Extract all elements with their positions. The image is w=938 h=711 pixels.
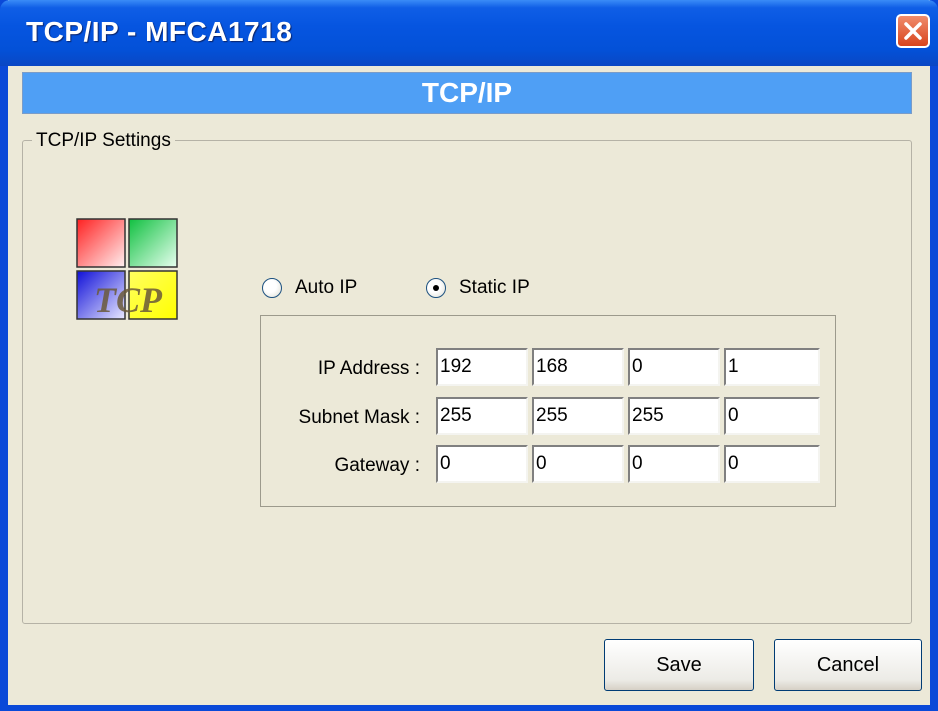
cancel-button[interactable]: Cancel xyxy=(774,639,922,691)
gateway-octet-4[interactable] xyxy=(724,445,820,483)
ip-address-label: IP Address : xyxy=(317,358,420,379)
mask-octet-2[interactable] xyxy=(532,397,624,435)
ip-octet-4[interactable] xyxy=(724,348,820,386)
mask-octet-3[interactable] xyxy=(628,397,720,435)
mask-octet-1[interactable] xyxy=(436,397,528,435)
auto-ip-radio[interactable]: Auto IP xyxy=(262,277,357,299)
subnet-mask-label: Subnet Mask : xyxy=(298,407,420,428)
close-icon xyxy=(904,22,922,40)
static-ip-radio-circle[interactable] xyxy=(426,278,446,298)
ip-octet-2[interactable] xyxy=(532,348,624,386)
banner-title: TCP/IP xyxy=(421,77,513,108)
gateway-octet-1[interactable] xyxy=(436,445,528,483)
auto-ip-label: Auto IP xyxy=(295,277,358,298)
section-banner: TCP/IP xyxy=(22,72,912,114)
title-bar[interactable]: TCP/IP - MFCA1718 xyxy=(0,0,938,66)
auto-ip-radio-circle[interactable] xyxy=(262,278,282,298)
logo-text: TCP xyxy=(94,280,163,320)
ip-octet-3[interactable] xyxy=(628,348,720,386)
static-ip-label: Static IP xyxy=(459,277,530,298)
save-button[interactable]: Save xyxy=(604,639,754,691)
gateway-octet-3[interactable] xyxy=(628,445,720,483)
close-button[interactable] xyxy=(896,14,930,48)
window-title: TCP/IP - MFCA1718 xyxy=(26,16,293,47)
tcpip-logo-icon: TCP xyxy=(76,218,180,322)
group-label: TCP/IP Settings xyxy=(32,130,175,152)
gateway-label: Gateway : xyxy=(334,455,420,476)
static-ip-radio[interactable]: Static IP xyxy=(426,277,530,299)
ip-octet-1[interactable] xyxy=(436,348,528,386)
radio-selected-dot xyxy=(433,285,439,291)
gateway-octet-2[interactable] xyxy=(532,445,624,483)
mask-octet-4[interactable] xyxy=(724,397,820,435)
